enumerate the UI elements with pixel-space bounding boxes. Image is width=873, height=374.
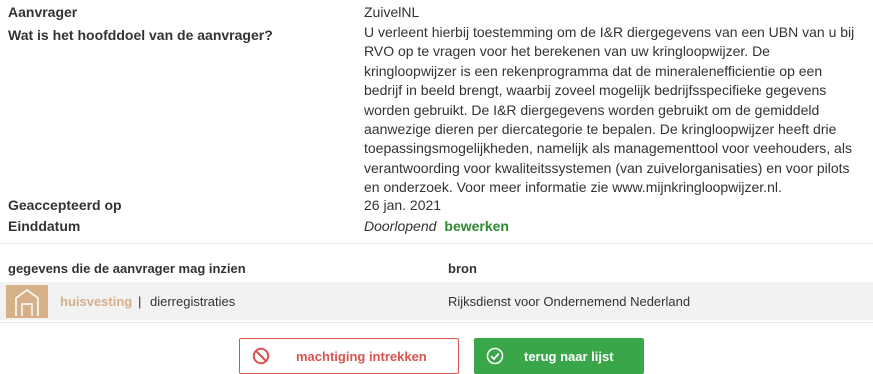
end-date-text: Doorlopend	[364, 218, 437, 234]
divider	[0, 322, 873, 323]
divider	[0, 243, 873, 244]
purpose-line: verantwoording voor kwaliteitssystemen (…	[364, 159, 850, 176]
accepted-label: Geaccepteerd op	[8, 197, 122, 213]
prohibited-icon	[252, 347, 270, 365]
applicant-value: ZuivelNL	[364, 4, 420, 20]
separator: |	[138, 294, 142, 309]
data-source: Rijksdienst voor Ondernemend Nederland	[448, 294, 691, 309]
revoke-button-label: machtiging intrekken	[296, 348, 427, 364]
column-header-source: bron	[448, 261, 477, 276]
barn-icon	[6, 285, 48, 318]
purpose-line: U verleent hierbij toestemming om de I&R…	[364, 24, 855, 40]
end-date-label: Einddatum	[8, 218, 81, 234]
edit-end-date-link[interactable]: bewerken	[444, 218, 509, 234]
purpose-line: RVO op te vragen voor het berekenen van …	[364, 43, 770, 60]
purpose-label: Wat is het hoofddoel van de aanvrager?	[8, 27, 273, 43]
applicant-label: Aanvrager	[8, 4, 78, 20]
back-to-list-button[interactable]: terug naar lijst	[474, 338, 644, 374]
column-header-data: gegevens die de aanvrager mag inzien	[8, 261, 246, 276]
purpose-line: kringloopwijzer is een rekenprogramma da…	[364, 62, 823, 79]
accepted-value: 26 jan. 2021	[364, 197, 442, 213]
revoke-authorization-button[interactable]: machtiging intrekken	[239, 338, 459, 374]
purpose-line: en onderzoek. Voor meer informatie zie w…	[364, 179, 782, 196]
purpose-line: toepassingsmogelijkheden, namelijk als m…	[364, 140, 852, 157]
data-category-link[interactable]: huisvesting	[60, 294, 132, 309]
data-subcategory: dierregistraties	[150, 294, 236, 309]
purpose-line: bedrijf in beeld brengt, waarbij zoveel …	[364, 82, 827, 99]
purpose-line: aanwezige dieren per diercategorie te be…	[364, 121, 837, 138]
back-button-label: terug naar lijst	[524, 348, 614, 364]
purpose-description: U verleent hierbij toestemming om de I&R…	[364, 23, 864, 198]
end-date-value: Doorlopend bewerken	[364, 218, 509, 234]
check-circle-icon	[486, 347, 504, 365]
purpose-line: worden gebruikt. De I&R diergegevens wor…	[364, 101, 820, 118]
